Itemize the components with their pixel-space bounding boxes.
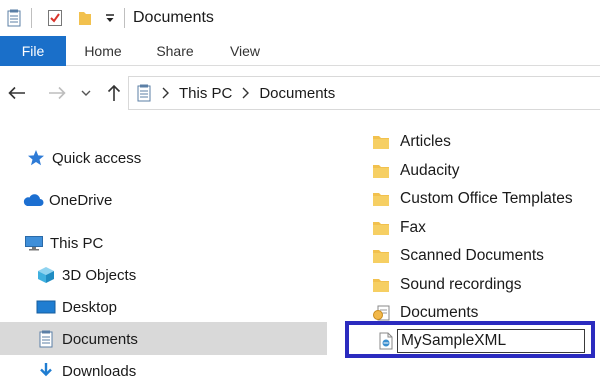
title-bar: Documents [0,0,600,36]
breadcrumb-this-pc[interactable]: This PC [179,85,232,102]
tab-home[interactable]: Home [80,36,126,66]
folder-icon [372,248,394,264]
nav-item-downloads[interactable]: Downloads [0,355,330,377]
nav-item-label: Documents [62,330,138,348]
document-icon [34,330,58,348]
list-item-label: Documents [400,304,479,321]
list-item-label: Sound recordings [400,276,522,293]
toolbar-divider [31,8,32,28]
list-item-label: Articles [400,133,451,150]
list-item-custom-office-templates[interactable]: Custom Office Templates [372,185,573,213]
nav-item-3d-objects[interactable]: 3D Objects [0,259,330,291]
nav-item-label: Downloads [62,362,137,377]
chevron-right-icon[interactable] [242,87,250,99]
address-bar[interactable]: This PC Documents [128,76,600,110]
library-icon [372,304,394,322]
nav-item-this-pc[interactable]: This PC [0,227,330,259]
document-location-icon [136,84,152,102]
notepad-icon[interactable] [3,9,25,27]
computer-icon [22,235,46,251]
cloud-icon [21,193,45,207]
up-button[interactable] [102,80,126,106]
nav-item-desktop[interactable]: Desktop [0,291,330,323]
rename-input[interactable]: MySampleXML [397,329,585,353]
list-item-label: Fax [400,219,426,236]
tab-share[interactable]: Share [152,36,198,66]
nav-item-label: 3D Objects [62,266,137,284]
nav-item-label: OneDrive [49,191,113,209]
list-item-label: Scanned Documents [400,247,544,264]
tab-view[interactable]: View [224,36,266,66]
list-item-articles[interactable]: Articles [372,128,451,156]
list-item-label: Custom Office Templates [400,190,573,207]
customize-toolbar-dropdown-icon[interactable] [102,13,118,23]
folder-icon [372,134,394,150]
folder-icon [372,191,394,207]
forward-button[interactable] [44,80,70,106]
toolbar-divider [124,8,125,28]
list-item-label: Audacity [400,162,460,179]
xml-file-icon [378,332,394,350]
desktop-icon [34,300,58,314]
folder-icon [372,220,394,236]
nav-item-quick-access[interactable]: Quick access [0,142,330,174]
quick-access-toolbar [0,0,125,36]
tab-file[interactable]: File [0,36,66,66]
recent-locations-dropdown[interactable] [78,80,94,106]
chevron-right-icon[interactable] [162,87,169,99]
nav-item-label: Quick access [52,149,142,167]
list-item-audacity[interactable]: Audacity [372,157,459,185]
window-title: Documents [133,9,214,26]
folder-icon [372,277,394,293]
nav-item-onedrive[interactable]: OneDrive [0,184,330,216]
breadcrumb-documents[interactable]: Documents [259,85,335,102]
nav-item-documents[interactable]: Documents [0,323,330,355]
cube-icon [34,266,58,284]
star-icon [24,149,48,167]
nav-item-label: Desktop [62,298,118,316]
ribbon-tabs: File Home Share View [0,36,600,66]
list-item-fax[interactable]: Fax [372,214,426,242]
back-button[interactable] [4,80,30,106]
navigation-bar: This PC Documents [0,74,600,114]
list-item-sound-recordings[interactable]: Sound recordings [372,271,522,299]
list-item-scanned-documents[interactable]: Scanned Documents [372,242,544,270]
new-folder-icon[interactable] [74,9,96,27]
download-icon [34,362,58,377]
nav-item-label: This PC [50,234,104,252]
properties-check-icon[interactable] [44,9,66,27]
folder-icon [372,163,394,179]
